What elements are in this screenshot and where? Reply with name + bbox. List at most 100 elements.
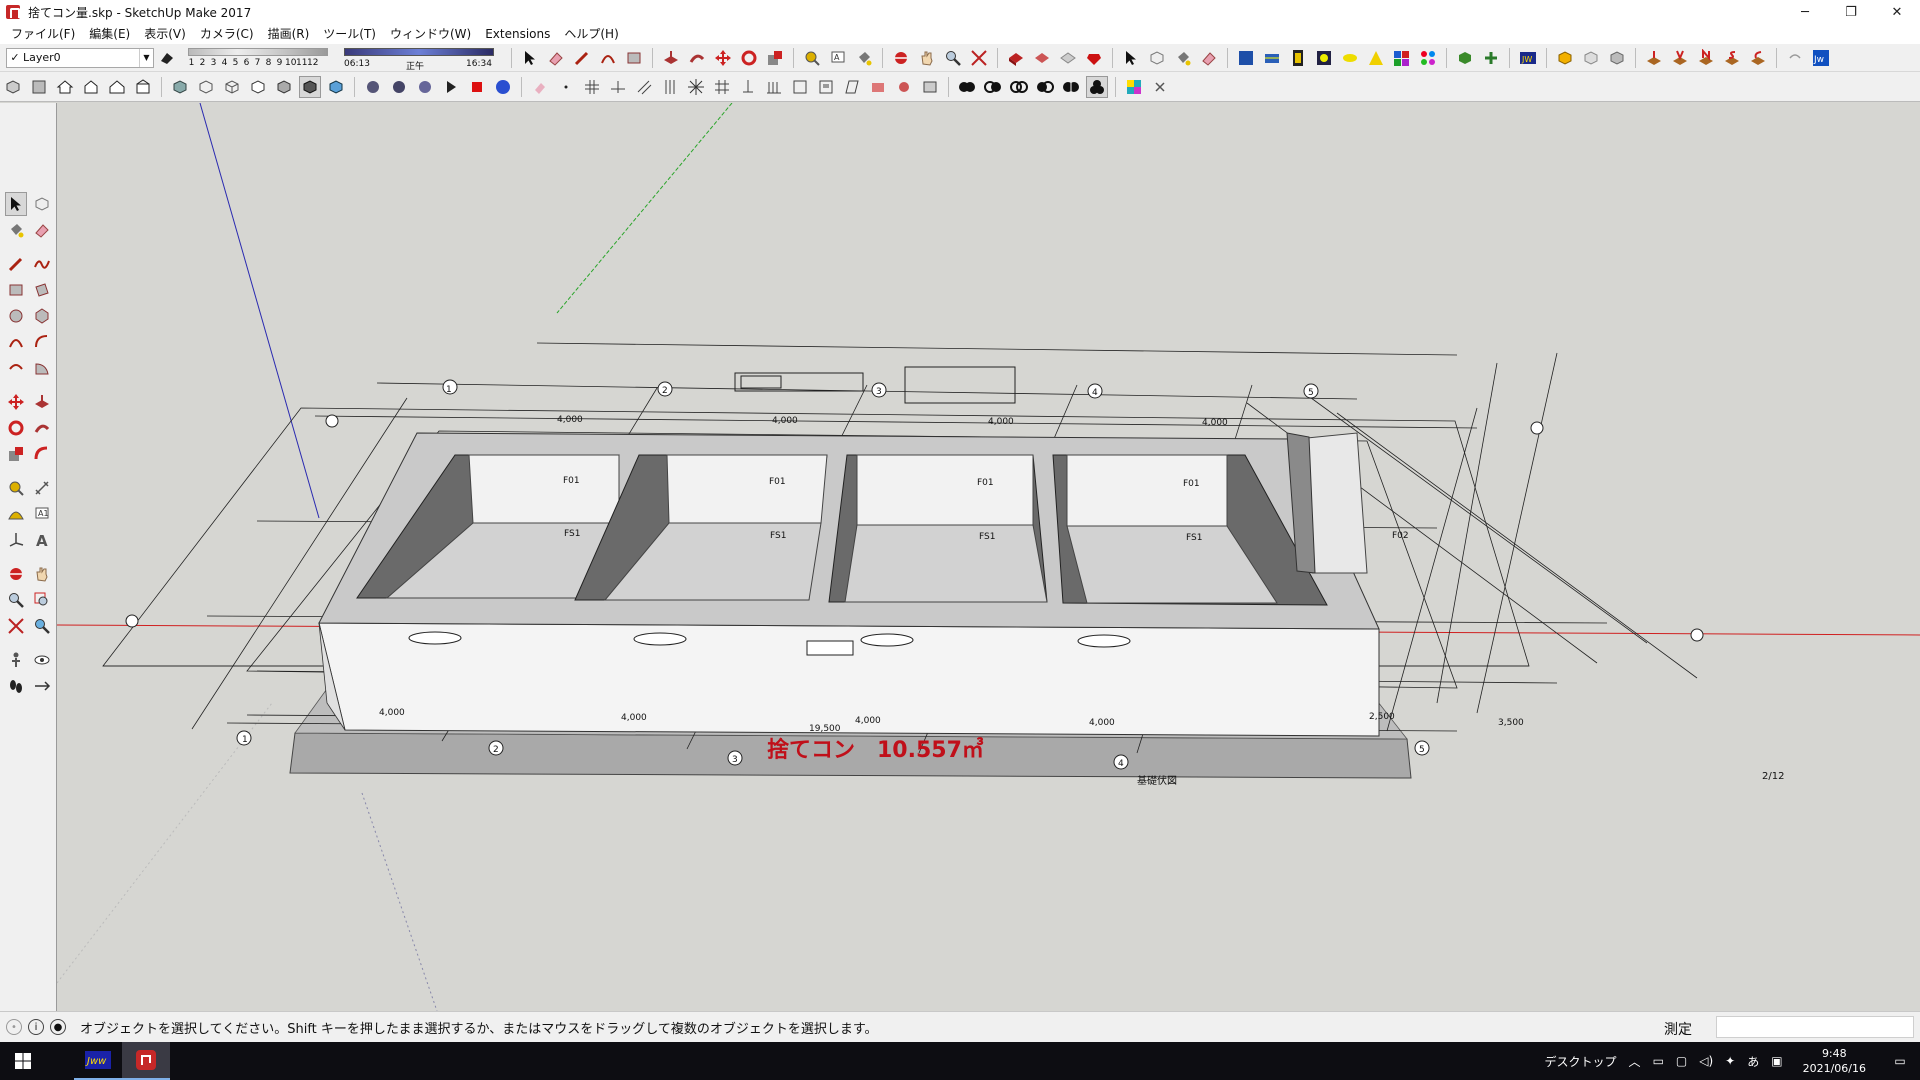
push-pull-icon[interactable] [660, 47, 682, 69]
plugin-dots-icon[interactable] [1417, 47, 1439, 69]
eraser-icon[interactable] [545, 47, 567, 69]
monochrome-icon[interactable] [325, 76, 347, 98]
volume-icon[interactable]: ◁) [1699, 1054, 1713, 1068]
taskbar-clock[interactable]: 9:48 2021/06/16 [1803, 1046, 1866, 1076]
zoom-icon[interactable] [942, 47, 964, 69]
guide-eraser-icon[interactable] [529, 76, 551, 98]
solid-union-icon[interactable] [956, 76, 978, 98]
guide-height-icon[interactable] [607, 76, 629, 98]
menu-tools[interactable]: ツール(T) [316, 24, 383, 44]
guide-cross-icon[interactable] [581, 76, 603, 98]
view-box-gray-icon[interactable] [1606, 47, 1628, 69]
plugin-cone-icon[interactable] [1365, 47, 1387, 69]
orbit-icon[interactable] [5, 562, 27, 586]
model-viewport[interactable]: 1 2 3 4 5 1 2 3 4 5 4,000 4,000 4,000 4,… [57, 103, 1920, 1011]
eraser-icon[interactable] [1198, 47, 1220, 69]
wall-opening-icon[interactable] [815, 76, 837, 98]
paint-bucket-icon[interactable] [5, 218, 27, 242]
rectangle-icon[interactable] [5, 278, 27, 302]
make-component-icon[interactable] [1146, 47, 1168, 69]
plugin-film-icon[interactable] [1287, 47, 1309, 69]
menu-camera[interactable]: カメラ(C) [193, 24, 261, 44]
style-xy-icon[interactable] [388, 76, 410, 98]
view-back-icon[interactable] [106, 76, 128, 98]
zoom-window-icon[interactable] [31, 588, 53, 612]
menu-edit[interactable]: 編集(E) [82, 24, 137, 44]
axes-n-icon[interactable] [1695, 47, 1717, 69]
pie-icon[interactable] [31, 356, 53, 380]
polygon-icon[interactable] [31, 304, 53, 328]
paint-bucket-icon[interactable] [853, 47, 875, 69]
minimize-button[interactable]: ─ [1782, 0, 1828, 24]
circle-icon[interactable] [5, 304, 27, 328]
look-around-icon[interactable] [31, 648, 53, 672]
desktop-toolbar-label[interactable]: デスクトップ [1545, 1053, 1617, 1070]
lean-concrete-volume-annotation[interactable]: 捨てコン 10.557㎥ [767, 737, 984, 763]
guide-fence-icon[interactable] [763, 76, 785, 98]
plugin-ellipse-icon[interactable] [1339, 47, 1361, 69]
layer-dropdown[interactable]: ✓ Layer0 ▼ [6, 47, 154, 68]
tool-close-icon[interactable] [1149, 76, 1171, 98]
arc-icon[interactable] [5, 330, 27, 354]
axes-v-icon[interactable] [1669, 47, 1691, 69]
dimension-icon[interactable] [31, 476, 53, 500]
3d-warehouse-icon[interactable] [1005, 47, 1027, 69]
wall-box-icon[interactable] [789, 76, 811, 98]
rotate-icon[interactable] [5, 416, 27, 440]
extension-warehouse-icon[interactable] [1057, 47, 1079, 69]
close-button[interactable]: ✕ [1874, 0, 1920, 24]
solid-split-icon[interactable] [1060, 76, 1082, 98]
line-pencil-icon[interactable] [571, 47, 593, 69]
grid-tool-icon[interactable] [919, 76, 941, 98]
components-icon[interactable] [1031, 47, 1053, 69]
menu-view[interactable]: 表示(V) [137, 24, 193, 44]
plugin-cubes-icon[interactable] [1391, 47, 1413, 69]
shaded-icon[interactable] [273, 76, 295, 98]
view-front-house-icon[interactable] [54, 76, 76, 98]
time-slider[interactable] [344, 47, 494, 56]
menu-extensions[interactable]: Extensions [478, 24, 557, 44]
foundation-front-face[interactable] [318, 622, 1380, 737]
chevron-up-icon[interactable]: ︿ [1629, 1053, 1641, 1070]
back-edges-icon[interactable] [195, 76, 217, 98]
push-pull-icon[interactable] [31, 390, 53, 414]
info-icon[interactable]: i [28, 1019, 44, 1035]
pit-2-back-wall[interactable] [666, 454, 828, 524]
protractor-icon[interactable] [5, 502, 27, 526]
axes-c-icon[interactable] [1747, 47, 1769, 69]
color-palette-icon[interactable] [1123, 76, 1145, 98]
pit-3-back-wall[interactable] [856, 454, 1034, 526]
menu-draw[interactable]: 描画(R) [261, 24, 317, 44]
previous-view-icon[interactable] [31, 614, 53, 638]
plugin-blue-icon[interactable] [1235, 47, 1257, 69]
guide-ruler-icon[interactable] [737, 76, 759, 98]
solid-tools-icon[interactable] [893, 76, 915, 98]
guide-parallel-icon[interactable] [633, 76, 655, 98]
axes-j-icon[interactable] [1643, 47, 1665, 69]
rotate-icon[interactable] [738, 47, 760, 69]
notification-center-icon[interactable]: ▭ [1880, 1042, 1920, 1080]
select-arrow-icon[interactable] [5, 192, 27, 216]
follow-me-icon[interactable] [686, 47, 708, 69]
taskbar-jww-app[interactable]: Jww [74, 1042, 122, 1080]
hidden-line-icon[interactable] [247, 76, 269, 98]
view-top-icon[interactable] [28, 76, 50, 98]
view-right-icon[interactable] [80, 76, 102, 98]
pit-3-floor[interactable] [844, 524, 1048, 603]
style-sketchy-icon[interactable] [362, 76, 384, 98]
shaded-textures-icon[interactable] [299, 75, 321, 98]
tape-measure-icon[interactable] [5, 476, 27, 500]
section-plane-icon[interactable] [31, 674, 53, 698]
geo-location-icon[interactable]: • [6, 1019, 22, 1035]
move-icon[interactable] [5, 390, 27, 414]
freehand-icon[interactable] [31, 252, 53, 276]
ime-pad-icon[interactable]: ▣ [1771, 1054, 1782, 1068]
help-icon[interactable] [492, 76, 514, 98]
undo-icon[interactable] [1784, 47, 1806, 69]
plugin-jw-export-icon[interactable]: JW [1517, 47, 1539, 69]
wireframe-icon[interactable] [221, 76, 243, 98]
guide-point-icon[interactable] [555, 76, 577, 98]
restore-button[interactable]: ❐ [1828, 0, 1874, 24]
user-account-icon[interactable]: ● [50, 1019, 66, 1035]
wall-slant-icon[interactable] [841, 76, 863, 98]
